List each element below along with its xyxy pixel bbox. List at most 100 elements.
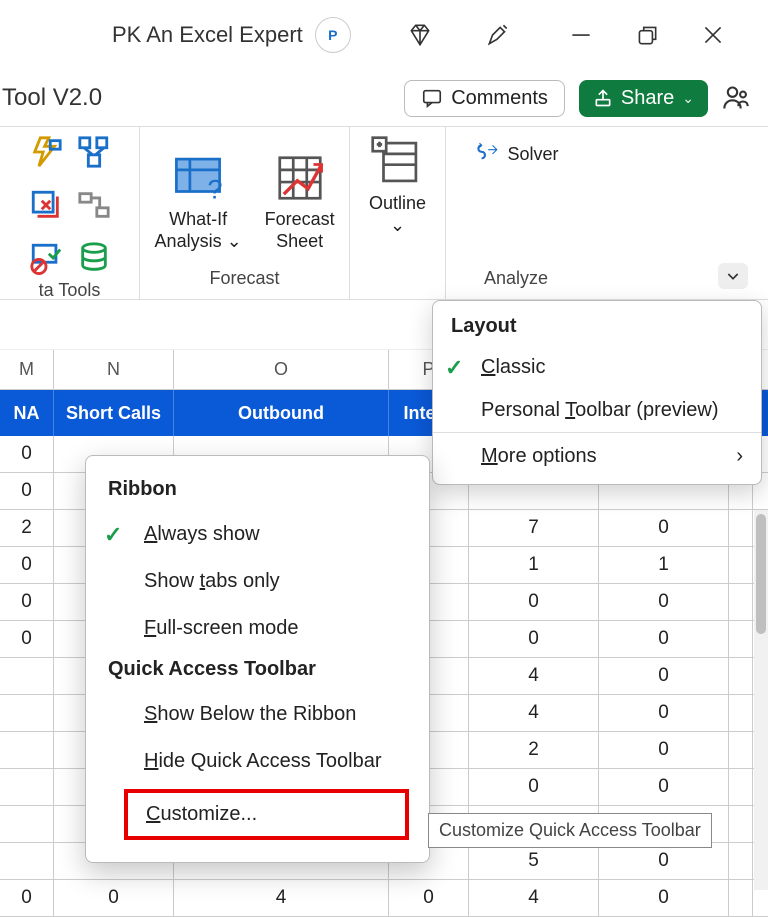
cell[interactable]: 0 bbox=[0, 436, 54, 472]
edit-icon[interactable] bbox=[485, 22, 511, 48]
group-forecast: ? What-If Analysis ⌄ Forecast Sheet Fore… bbox=[140, 127, 350, 299]
cell[interactable]: 0 bbox=[599, 769, 729, 805]
group-data-tools: ta Tools bbox=[0, 127, 140, 299]
menu-always-show[interactable]: ✓ Always show bbox=[86, 511, 429, 558]
menu-hide-qat[interactable]: Hide Quick Access Toolbar bbox=[86, 738, 429, 785]
cell[interactable]: 0 bbox=[0, 621, 54, 657]
cell[interactable] bbox=[729, 880, 753, 916]
cell[interactable]: 0 bbox=[599, 732, 729, 768]
restore-icon[interactable] bbox=[634, 22, 660, 48]
menu-customize-qat[interactable]: Customize... bbox=[124, 789, 409, 840]
cell[interactable]: 2 bbox=[0, 510, 54, 546]
menu-show-below-ribbon[interactable]: Show Below the Ribbon bbox=[86, 691, 429, 738]
cell[interactable]: 0 bbox=[0, 584, 54, 620]
diamond-icon[interactable] bbox=[407, 22, 433, 48]
chevron-right-icon: › bbox=[736, 445, 743, 468]
what-if-button[interactable]: ? What-If Analysis ⌄ bbox=[150, 151, 246, 252]
layout-more-options[interactable]: More options › bbox=[433, 432, 761, 474]
ribbon-collapse-icon[interactable] bbox=[718, 263, 748, 289]
cell[interactable] bbox=[0, 806, 54, 842]
cell[interactable] bbox=[0, 843, 54, 879]
cell[interactable]: 1 bbox=[469, 547, 599, 583]
share-button[interactable]: Share ⌄ bbox=[579, 80, 708, 117]
cell[interactable]: 0 bbox=[599, 658, 729, 694]
cell[interactable]: 0 bbox=[0, 880, 54, 916]
menu-full-screen[interactable]: Full-screen mode bbox=[86, 605, 429, 652]
comments-button[interactable]: Comments bbox=[404, 80, 565, 117]
col-header-M[interactable]: M bbox=[0, 350, 54, 389]
share-label: Share bbox=[621, 87, 674, 110]
window-controls bbox=[568, 22, 756, 48]
cell[interactable]: 0 bbox=[389, 880, 469, 916]
cell[interactable]: 0 bbox=[0, 473, 54, 509]
cell[interactable] bbox=[729, 584, 753, 620]
col-header-N[interactable]: N bbox=[54, 350, 174, 389]
comments-label: Comments bbox=[451, 87, 548, 110]
document-name: Tool V2.0 bbox=[2, 84, 102, 112]
cell[interactable]: 4 bbox=[469, 880, 599, 916]
ribbon: ta Tools ? What-If Analysis ⌄ Forecast S… bbox=[0, 126, 768, 300]
cell[interactable] bbox=[0, 695, 54, 731]
solver-button[interactable]: Solver bbox=[473, 141, 558, 167]
consolidate-icon[interactable] bbox=[77, 135, 111, 174]
hdr-N[interactable]: Short Calls bbox=[54, 390, 174, 436]
cell[interactable]: 0 bbox=[599, 621, 729, 657]
cell[interactable]: 2 bbox=[469, 732, 599, 768]
group-label-outline bbox=[395, 268, 400, 295]
check-icon: ✓ bbox=[445, 355, 463, 381]
cell[interactable]: 7 bbox=[469, 510, 599, 546]
close-icon[interactable] bbox=[700, 22, 726, 48]
flash-fill-icon[interactable] bbox=[29, 135, 63, 174]
check-icon: ✓ bbox=[104, 522, 122, 548]
cell[interactable]: 0 bbox=[599, 584, 729, 620]
table-row: 004040 bbox=[0, 880, 768, 917]
outline-button[interactable]: Outline⌄ bbox=[369, 135, 426, 236]
minimize-icon[interactable] bbox=[568, 22, 594, 48]
cell[interactable]: 0 bbox=[599, 510, 729, 546]
hdr-O[interactable]: Outbound bbox=[174, 390, 389, 436]
cell[interactable] bbox=[0, 732, 54, 768]
layout-classic[interactable]: ✓ Classic bbox=[433, 346, 761, 389]
group-outline: Outline⌄ bbox=[350, 127, 446, 299]
cell[interactable] bbox=[0, 658, 54, 694]
group-label-analyze: Analyze bbox=[484, 268, 548, 295]
cell[interactable] bbox=[729, 658, 753, 694]
cell[interactable]: 5 bbox=[469, 843, 599, 879]
menu-heading-ribbon: Ribbon bbox=[86, 472, 429, 511]
cell[interactable]: 0 bbox=[469, 621, 599, 657]
cell[interactable] bbox=[729, 547, 753, 583]
remove-dup-icon[interactable] bbox=[29, 188, 63, 227]
layout-personal-toolbar[interactable]: Personal Toolbar (preview) bbox=[433, 389, 761, 432]
cell[interactable]: 0 bbox=[599, 843, 729, 879]
cell[interactable]: 1 bbox=[599, 547, 729, 583]
cell[interactable] bbox=[729, 769, 753, 805]
col-header-O[interactable]: O bbox=[174, 350, 389, 389]
cell[interactable]: 0 bbox=[599, 880, 729, 916]
data-model-icon[interactable] bbox=[77, 241, 111, 280]
menu-show-tabs-only[interactable]: Show tabs only bbox=[86, 558, 429, 605]
vertical-scrollbar[interactable] bbox=[754, 510, 768, 890]
layout-flyout: Layout ✓ Classic Personal Toolbar (previ… bbox=[432, 300, 762, 485]
cell[interactable] bbox=[729, 695, 753, 731]
cell[interactable]: 4 bbox=[174, 880, 389, 916]
cell[interactable] bbox=[729, 843, 753, 879]
user-icon[interactable] bbox=[722, 84, 750, 112]
cell[interactable] bbox=[729, 621, 753, 657]
cell[interactable] bbox=[729, 806, 753, 842]
cell[interactable]: 0 bbox=[469, 584, 599, 620]
data-validation-icon[interactable] bbox=[29, 241, 63, 280]
scrollbar-thumb[interactable] bbox=[756, 514, 766, 634]
cell[interactable] bbox=[729, 732, 753, 768]
title-left: PK An Excel Expert P bbox=[112, 17, 351, 53]
cell[interactable]: 0 bbox=[0, 547, 54, 583]
relationships-icon[interactable] bbox=[77, 188, 111, 227]
hdr-M[interactable]: NA bbox=[0, 390, 54, 436]
cell[interactable]: 0 bbox=[54, 880, 174, 916]
cell[interactable] bbox=[0, 769, 54, 805]
cell[interactable]: 4 bbox=[469, 695, 599, 731]
cell[interactable]: 0 bbox=[469, 769, 599, 805]
forecast-sheet-button[interactable]: Forecast Sheet bbox=[260, 151, 339, 252]
cell[interactable]: 4 bbox=[469, 658, 599, 694]
cell[interactable] bbox=[729, 510, 753, 546]
cell[interactable]: 0 bbox=[599, 695, 729, 731]
